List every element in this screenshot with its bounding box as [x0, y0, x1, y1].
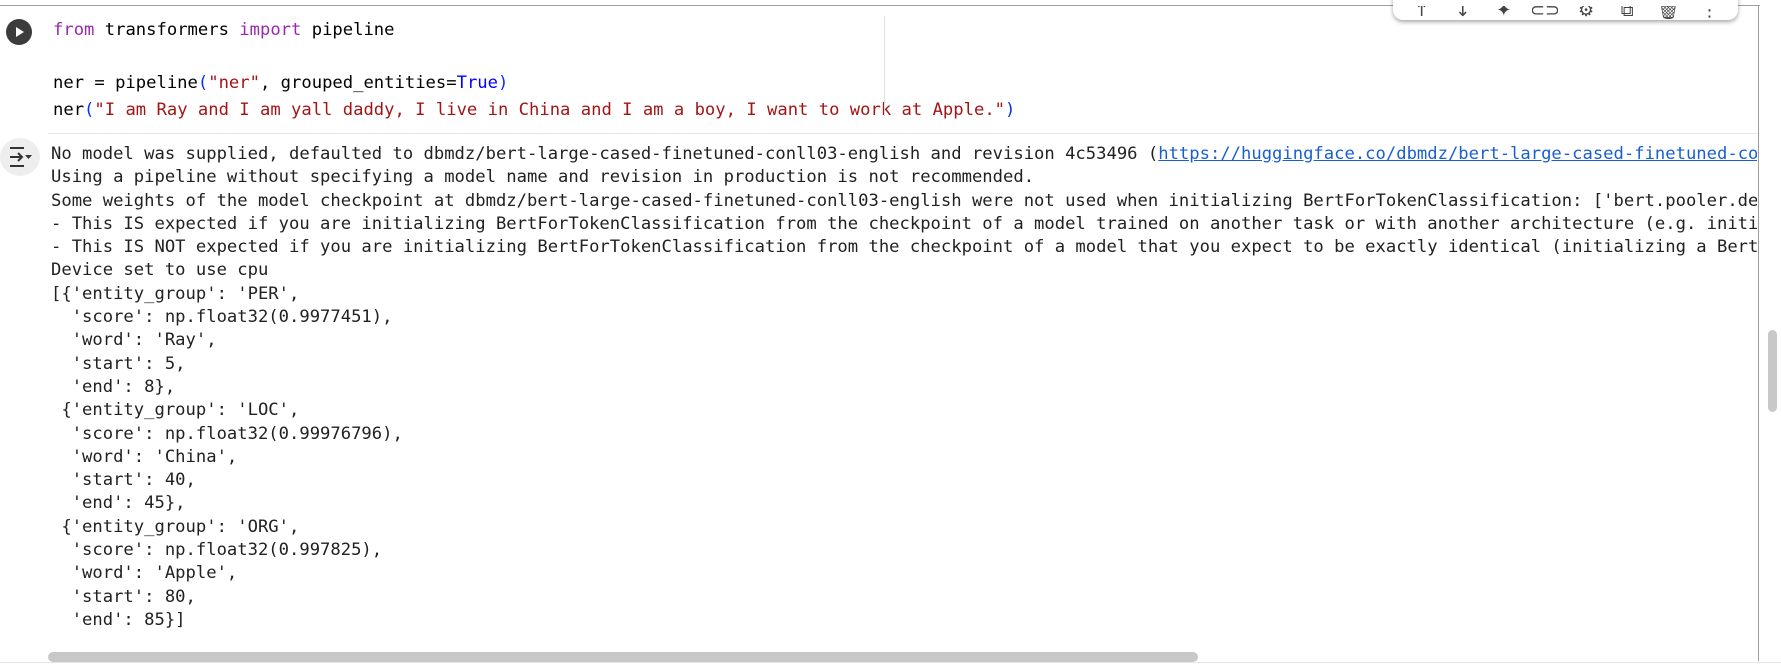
code-token: pipeline: [301, 20, 395, 40]
line-length-ruler: [884, 16, 885, 116]
output-line: 'score': np.float32(0.99976796),: [51, 423, 403, 444]
code-line: ner = pipeline("ner", grouped_entities=T…: [53, 70, 1015, 97]
gear-icon[interactable]: ⚙: [1573, 6, 1599, 20]
output-bottom-border: [0, 662, 1781, 663]
mirror-cell-icon[interactable]: ⧉: [1614, 6, 1640, 20]
arrow-up-icon[interactable]: ↑: [1409, 6, 1435, 20]
horizontal-scrollbar[interactable]: [48, 652, 1198, 662]
cell-right-border: [1758, 6, 1759, 661]
output-line: No model was supplied, defaulted to dbmd…: [51, 143, 1757, 166]
output-line: - This IS expected if you are initializi…: [51, 213, 1757, 234]
output-line: Some weights of the model checkpoint at …: [51, 190, 1757, 211]
run-cell-button[interactable]: [6, 19, 32, 45]
output-line: 'end': 8},: [51, 376, 176, 397]
code-token: True: [456, 73, 498, 93]
code-token: ner: [53, 99, 85, 120]
code-token: import: [239, 20, 302, 40]
code-token: (: [84, 99, 95, 120]
output-line: 'word': 'Apple',: [51, 563, 238, 584]
output-line: 'end': 85}]: [51, 609, 186, 630]
output-line: 'start': 5,: [51, 353, 186, 374]
output-line: 'start': 40,: [51, 470, 196, 491]
code-token: ): [498, 73, 509, 93]
code-editor[interactable]: from transformers import pipeline ner = …: [53, 17, 1015, 123]
code-token: from: [53, 20, 95, 40]
output-line: Device set to use cpu: [51, 260, 269, 281]
code-token: "I am Ray and I am yall daddy, I live in…: [94, 99, 1006, 120]
output-line: 'word': 'Ray',: [51, 330, 217, 351]
output-line: 'score': np.float32(0.997825),: [51, 540, 383, 561]
output-toggle-button[interactable]: [0, 138, 40, 176]
code-line: ner("I am Ray and I am yall daddy, I liv…: [53, 97, 1015, 124]
delete-icon[interactable]: 🗑: [1655, 6, 1681, 20]
code-token: ner = pipeline: [53, 73, 198, 93]
code-token: transformers: [94, 20, 240, 40]
output-line: 'start': 80,: [51, 586, 196, 607]
code-token: ): [1005, 99, 1016, 120]
output-line: {'entity_group': 'ORG',: [51, 516, 300, 537]
output-line: 'score': np.float32(0.9977451),: [51, 307, 393, 328]
output-line: Using a pipeline without specifying a mo…: [51, 167, 1035, 188]
output-line: 'end': 45},: [51, 493, 186, 514]
output-separator: [48, 133, 1758, 134]
link-icon[interactable]: ⊂⊃: [1532, 6, 1558, 20]
model-link[interactable]: https://huggingface.co/dbmdz/bert-large-…: [1158, 144, 1757, 164]
cell-output: No model was supplied, defaulted to dbmd…: [51, 143, 1757, 632]
gemini-icon[interactable]: ✦: [1491, 6, 1517, 20]
arrow-down-icon[interactable]: ↓: [1450, 6, 1476, 20]
output-line: {'entity_group': 'LOC',: [51, 400, 300, 421]
code-line: from transformers import pipeline: [53, 17, 1015, 44]
play-icon: [16, 27, 24, 37]
code-token: (: [197, 73, 209, 93]
output-line: [{'entity_group': 'PER',: [51, 283, 300, 304]
output-line: 'word': 'China',: [51, 446, 238, 467]
cell-toolbar: ↑ ↓ ✦ ⊂⊃ ⚙ ⧉ 🗑 ⋮: [1393, 0, 1738, 20]
code-token: , grouped_entities=: [259, 73, 457, 93]
vertical-scrollbar[interactable]: [1768, 330, 1777, 412]
output-line: - This IS NOT expected if you are initia…: [51, 237, 1757, 258]
output-actions-icon: [10, 147, 32, 167]
more-vert-icon[interactable]: ⋮: [1696, 6, 1722, 20]
code-token: "ner": [208, 73, 260, 93]
